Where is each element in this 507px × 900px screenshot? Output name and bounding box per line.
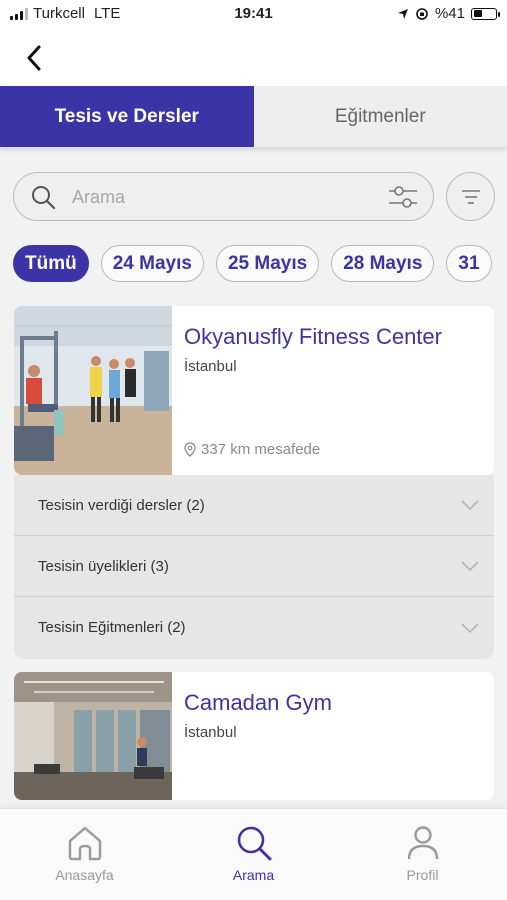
chevron-down-icon <box>461 561 479 572</box>
accordion-label: Tesisin verdiği dersler (2) <box>38 496 205 514</box>
accordion-memberships[interactable]: Tesisin üyelikleri (3) <box>14 536 494 597</box>
chevron-down-icon <box>461 622 479 633</box>
accordion-label: Tesisin üyelikleri (3) <box>38 557 169 575</box>
chip-date[interactable]: 28 Mayıs <box>331 245 435 282</box>
nav-label: Arama <box>232 867 275 883</box>
filter-icon <box>461 189 480 204</box>
search-bar <box>13 172 434 221</box>
profile-icon <box>407 826 438 860</box>
accordion-label: Tesisin Eğitmenleri (2) <box>38 619 186 636</box>
facility-city: İstanbul <box>184 724 237 741</box>
chip-date[interactable]: 31 <box>446 245 492 282</box>
location-pin-icon <box>184 442 196 457</box>
chevron-down-icon <box>461 500 479 511</box>
facility-photo <box>14 306 172 475</box>
search-input[interactable] <box>72 183 372 211</box>
bottom-nav: Anasayfa Arama Profil <box>0 808 507 900</box>
status-bar: Turkcell LTE 19:41 %41 <box>0 0 507 28</box>
chip-date[interactable]: 24 Mayıs <box>100 245 204 282</box>
filter-button[interactable] <box>446 172 495 221</box>
facility-distance: 337 km mesafede <box>184 441 320 458</box>
battery-percent: %41 <box>434 5 465 22</box>
segment-tabs: Tesis ve Dersler Eğitmenler <box>0 86 507 147</box>
home-icon <box>68 826 101 861</box>
location-arrow-icon <box>397 8 408 19</box>
battery-icon <box>471 7 500 20</box>
tab-facilities-and-classes[interactable]: Tesis ve Dersler <box>0 86 254 147</box>
chip-all[interactable]: Tümü <box>13 245 89 282</box>
date-chips: Tümü 24 Mayıs 25 Mayıs 28 Mayıs 31 <box>13 245 507 283</box>
distance-text: 337 km mesafede <box>201 441 321 458</box>
nav-profile[interactable]: Profil <box>338 809 507 900</box>
tab-trainers[interactable]: Eğitmenler <box>254 86 507 147</box>
nav-label: Profil <box>406 867 439 883</box>
header <box>0 28 507 86</box>
search-icon <box>237 826 271 861</box>
chip-date[interactable]: 25 Mayıs <box>215 245 320 282</box>
chevron-left-icon <box>27 45 41 71</box>
nav-home[interactable]: Anasayfa <box>0 809 169 900</box>
facility-photo <box>14 672 172 800</box>
facility-city: İstanbul <box>184 358 237 375</box>
accordion-classes[interactable]: Tesisin verdiği dersler (2) <box>14 475 494 536</box>
facility-card[interactable]: Okyanusfly Fitness Center İstanbul 337 k… <box>14 306 494 475</box>
nav-label: Anasayfa <box>55 867 114 883</box>
facility-name[interactable]: Okyanusfly Fitness Center <box>184 324 442 350</box>
facility-card[interactable]: Camadan Gym İstanbul <box>14 672 494 800</box>
accordion-trainers[interactable]: Tesisin Eğitmenleri (2) <box>14 597 494 658</box>
orientation-lock-icon <box>416 7 428 20</box>
facility-name[interactable]: Camadan Gym <box>184 690 332 716</box>
search-icon <box>32 186 56 210</box>
facility-details-accordion: Tesisin verdiği dersler (2) Tesisin üyel… <box>14 475 494 659</box>
back-button[interactable] <box>18 42 50 74</box>
sliders-icon[interactable] <box>387 183 419 211</box>
nav-search[interactable]: Arama <box>169 809 338 900</box>
